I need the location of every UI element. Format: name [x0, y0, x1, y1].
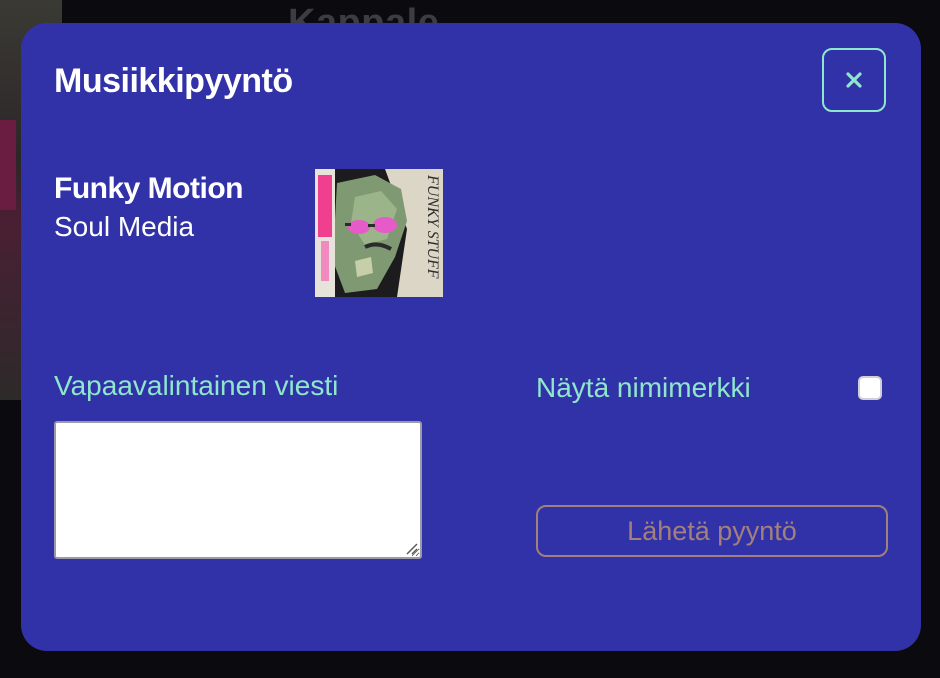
track-artist: Soul Media [54, 211, 195, 242]
close-button[interactable] [822, 48, 886, 112]
show-nickname-label: Näytä nimimerkki [536, 372, 751, 403]
message-textarea[interactable] [54, 421, 422, 559]
modal-title: Musiikkipyyntö [54, 62, 293, 100]
show-nickname-checkbox[interactable] [858, 376, 882, 400]
background-image-strip [0, 120, 16, 210]
close-icon [846, 72, 862, 88]
album-cover-text: FUNKY STUFF [424, 174, 441, 279]
send-request-button[interactable]: Lähetä pyyntö [536, 505, 888, 557]
track-title: Funky Motion [54, 172, 243, 205]
music-request-modal: Musiikkipyyntö Funky Motion Soul Media F… [21, 23, 921, 651]
album-cover-image: FUNKY STUFF [315, 169, 443, 297]
resize-handle-icon[interactable] [404, 541, 418, 555]
message-label: Vapaavalintainen viesti [54, 370, 339, 401]
